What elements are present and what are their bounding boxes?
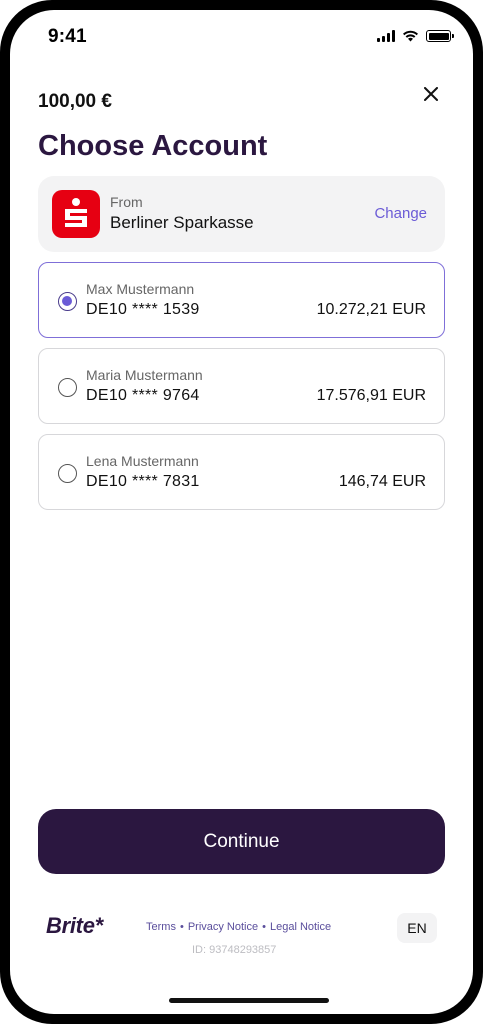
footer-separator: • bbox=[262, 921, 266, 933]
bank-from-label: From bbox=[110, 194, 143, 210]
status-icons bbox=[377, 30, 454, 42]
account-balance: 146,74 EUR bbox=[338, 473, 426, 490]
radio-empty-icon[interactable] bbox=[58, 378, 77, 397]
page-title: Choose Account bbox=[38, 130, 268, 162]
change-bank-link[interactable]: Change bbox=[374, 205, 427, 222]
selected-bank-card: From Berliner Sparkasse Change bbox=[38, 176, 445, 252]
account-holder-name: Maria Mustermann bbox=[86, 367, 203, 383]
status-time: 9:41 bbox=[48, 26, 87, 47]
cellular-signal-icon bbox=[377, 30, 395, 42]
home-indicator bbox=[169, 998, 329, 1003]
privacy-notice-link[interactable]: Privacy Notice bbox=[188, 921, 258, 933]
close-icon bbox=[424, 87, 438, 101]
account-iban: DE10 **** 7831 bbox=[86, 473, 200, 490]
account-option-maria[interactable]: Maria Mustermann DE10 **** 9764 17.576,9… bbox=[38, 348, 445, 424]
account-iban: DE10 **** 1539 bbox=[86, 301, 200, 318]
payment-amount: 100,00 € bbox=[38, 91, 112, 112]
account-holder-name: Lena Mustermann bbox=[86, 453, 199, 469]
radio-empty-icon[interactable] bbox=[58, 464, 77, 483]
legal-notice-link[interactable]: Legal Notice bbox=[270, 921, 331, 933]
account-balance: 17.576,91 EUR bbox=[316, 387, 426, 404]
account-option-lena[interactable]: Lena Mustermann DE10 **** 7831 146,74 EU… bbox=[38, 434, 445, 510]
account-holder-name: Max Mustermann bbox=[86, 281, 195, 297]
radio-selected-icon[interactable] bbox=[58, 292, 77, 311]
bank-name: Berliner Sparkasse bbox=[110, 213, 254, 232]
continue-button[interactable]: Continue bbox=[38, 809, 445, 874]
brite-logo: Brite* bbox=[46, 913, 103, 938]
language-selector[interactable]: EN bbox=[397, 913, 437, 943]
wifi-icon bbox=[403, 30, 418, 42]
app-screen: 9:41 100,00 € Choose Account From Berlin… bbox=[10, 10, 473, 1014]
sparkasse-logo-icon bbox=[52, 190, 100, 238]
terms-link[interactable]: Terms bbox=[146, 921, 176, 933]
battery-icon bbox=[426, 30, 454, 42]
session-id: ID: 93748293857 bbox=[192, 944, 277, 956]
footer-links: Terms • Privacy Notice • Legal Notice bbox=[146, 921, 331, 933]
account-option-max[interactable]: Max Mustermann DE10 **** 1539 10.272,21 … bbox=[38, 262, 445, 338]
phone-frame: 9:41 100,00 € Choose Account From Berlin… bbox=[0, 0, 483, 1024]
footer-separator: • bbox=[179, 921, 184, 933]
close-button[interactable] bbox=[417, 80, 445, 108]
account-balance: 10.272,21 EUR bbox=[316, 301, 426, 318]
account-iban: DE10 **** 9764 bbox=[86, 387, 200, 404]
